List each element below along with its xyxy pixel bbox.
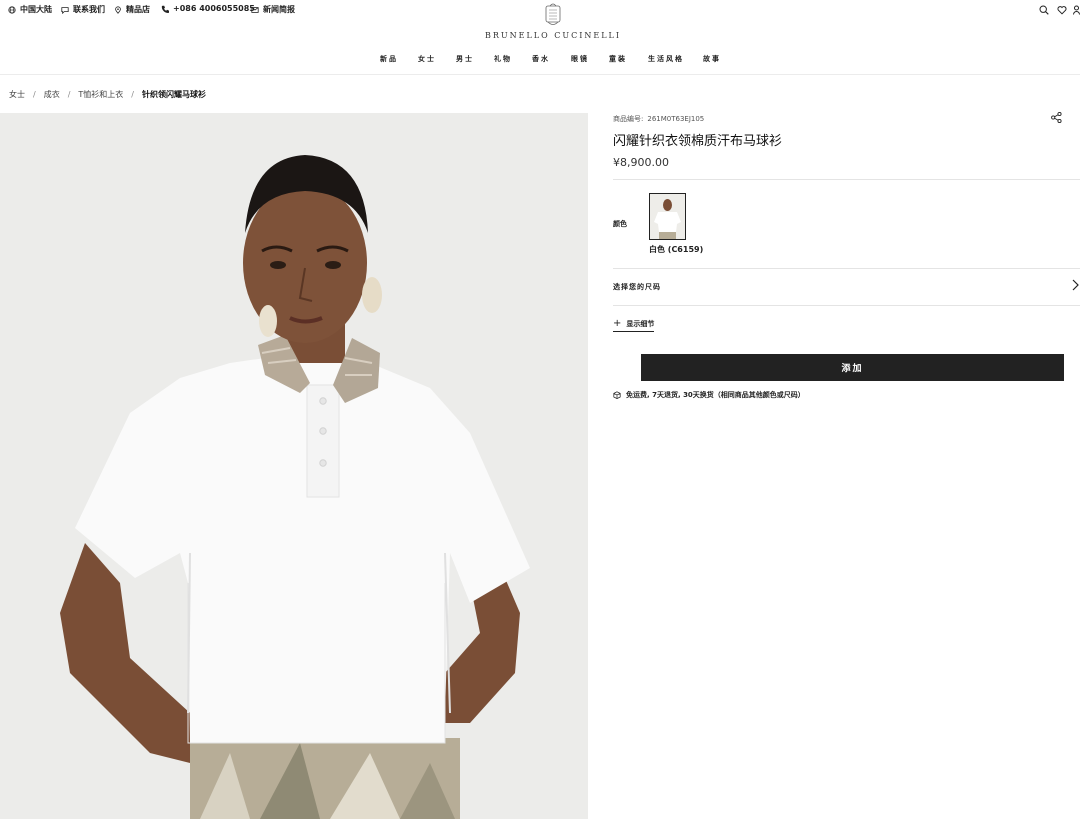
breadcrumb: 女士 / 成衣 / T恤衫和上衣 / 针织领闪耀马球衫 [9,88,206,100]
share-icon[interactable] [1051,112,1062,123]
phone-icon [161,5,169,13]
size-selector[interactable]: 选择您的尺码 [613,268,1080,304]
boutiques-link[interactable]: 精品店 [114,4,150,15]
newsletter-label: 新闻简报 [263,5,295,14]
product-title: 闪耀针织衣领棉质汗布马球衫 [613,134,783,149]
product-price: ¥8,900.00 [613,156,669,169]
product-photo [0,113,588,819]
brand-logo[interactable]: BRUNELLO CUCINELLI [480,2,626,44]
nav-item-gifts[interactable]: 礼物 [494,54,512,64]
nav-item-kids[interactable]: 童装 [609,54,627,64]
globe-icon [8,5,16,14]
header-divider [0,74,1080,75]
show-details-toggle[interactable]: + 显示细节 [613,317,655,332]
mail-icon [251,6,259,13]
nav-item-lifestyle[interactable]: 生活风格 [648,54,684,64]
product-image[interactable] [0,113,588,819]
selected-color-name: 白色 (C6159) [649,245,704,254]
brand-emblem-icon [545,3,561,25]
breadcrumb-item-tshirts[interactable]: T恤衫和上衣 [78,89,123,100]
phone-label: +086 4006055085 [173,4,255,13]
divider [613,305,1080,306]
sku-label: 商品编号: [613,115,644,123]
contact-link[interactable]: 联系我们 [61,4,105,15]
location-pin-icon [115,5,121,14]
breadcrumb-separator: / [33,89,36,99]
newsletter-link[interactable]: 新闻简报 [251,4,295,15]
plus-icon: + [613,317,622,329]
chevron-right-icon [1072,279,1079,291]
nav-item-men[interactable]: 男士 [456,54,474,64]
region-label: 中国大陆 [20,5,52,14]
product-details-panel: 商品编号: 261M0T63EJ105 闪耀针织衣领棉质汗布马球衫 ¥8,900.… [613,110,1080,410]
divider [613,179,1080,180]
heart-icon[interactable] [1057,5,1067,15]
chat-icon [61,6,69,14]
box-icon [613,391,621,399]
nav-item-fragrance[interactable]: 香水 [532,54,550,64]
nav-item-stories[interactable]: 故事 [703,54,721,64]
sku-line: 商品编号: 261M0T63EJ105 [613,114,704,124]
breadcrumb-item-women[interactable]: 女士 [9,89,25,100]
breadcrumb-item-clothing[interactable]: 成衣 [44,89,60,100]
search-icon[interactable] [1039,5,1049,15]
nav-item-new[interactable]: 新品 [380,54,398,64]
shipping-info: 免运费, 7天退货, 30天换货（相同商品其他颜色或尺码） [613,390,805,400]
sku-value: 261M0T63EJ105 [647,115,705,123]
breadcrumb-current: 针织领闪耀马球衫 [142,89,206,99]
breadcrumb-separator: / [67,89,71,99]
boutiques-label: 精品店 [126,5,150,14]
nav-item-eyewear[interactable]: 眼镜 [571,54,589,64]
brand-wordmark: BRUNELLO CUCINELLI [485,31,621,40]
swatch-thumbnail [650,194,685,239]
color-label: 颜色 [613,220,627,228]
size-label: 选择您的尺码 [613,283,661,291]
nav-item-women[interactable]: 女士 [418,54,436,64]
contact-label: 联系我们 [73,5,105,14]
breadcrumb-separator: / [131,89,134,99]
main-nav: 新品 女士 男士 礼物 香水 眼镜 童装 生活风格 故事 [0,54,1080,66]
phone-link[interactable]: +086 4006055085 [161,4,255,13]
color-swatch-white[interactable] [649,193,686,240]
show-details-label: 显示细节 [626,319,655,328]
add-to-bag-button[interactable]: 添加 [641,354,1064,381]
region-selector[interactable]: 中国大陆 [8,4,52,15]
user-icon[interactable] [1073,5,1080,15]
shipping-text: 免运费, 7天退货, 30天换货（相同商品其他颜色或尺码） [626,391,805,399]
